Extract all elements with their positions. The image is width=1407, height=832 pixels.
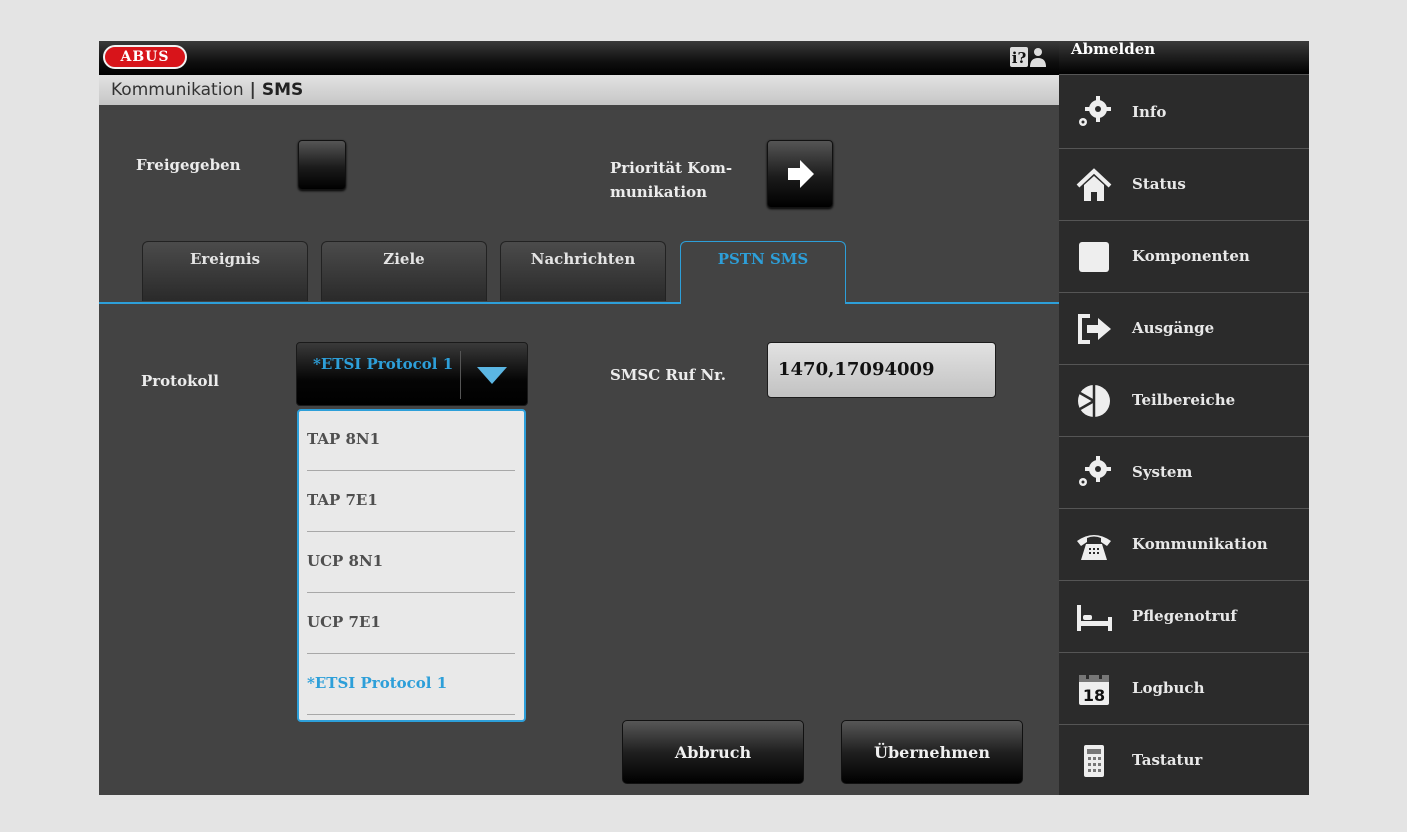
gears-icon [1079, 456, 1111, 486]
sidebar-item-label: Status [1132, 175, 1186, 193]
tab-pstn-sms[interactable]: PSTN SMS [680, 241, 846, 304]
bed-icon [1077, 605, 1112, 631]
sidebar-item-logbuch[interactable]: 18 Logbuch [1059, 653, 1309, 725]
sidebar-item-label: Komponenten [1132, 247, 1250, 265]
enabled-label: Freigegeben [136, 156, 241, 174]
sidebar: Abmelden Info Status Komponenten Ausgäng… [1059, 41, 1309, 795]
smsc-label: SMSC Ruf Nr. [610, 366, 726, 384]
protocol-option-ucp-8n1[interactable]: UCP 8N1 [307, 533, 515, 593]
sidebar-item-pflegenotruf[interactable]: Pflegenotruf [1059, 581, 1309, 653]
sidebar-item-label: Teilbereiche [1132, 391, 1236, 409]
sidebar-item-kommunikation[interactable]: Kommunikation [1059, 509, 1309, 581]
square-icon [1079, 242, 1109, 272]
sidebar-item-status[interactable]: Status [1059, 149, 1309, 221]
partition-icon [1078, 385, 1110, 417]
sidebar-item-teilbereiche[interactable]: Teilbereiche [1059, 365, 1309, 437]
chevron-down-icon[interactable] [477, 367, 507, 384]
protocol-select[interactable]: *ETSI Protocol 1 [296, 342, 528, 406]
enabled-checkbox[interactable] [298, 140, 346, 190]
keypad-icon [1084, 745, 1104, 777]
protocol-option-etsi-1[interactable]: *ETSI Protocol 1 [307, 655, 515, 715]
top-bar: ABUS i? [99, 41, 1059, 75]
abus-logo: ABUS [103, 45, 187, 69]
active-tab-gap [681, 301, 845, 305]
protocol-option-ucp-7e1[interactable]: UCP 7E1 [307, 594, 515, 654]
arrow-right-icon [788, 160, 814, 188]
sidebar-item-komponenten[interactable]: Komponenten [1059, 221, 1309, 293]
protocol-option-tap-8n1[interactable]: TAP 8N1 [307, 411, 515, 471]
svg-text:i?: i? [1012, 49, 1027, 67]
tab-ereignis[interactable]: Ereignis [142, 241, 308, 301]
exit-icon [1078, 314, 1111, 344]
priority-label: Priorität Kom- munikation [610, 159, 733, 201]
cancel-button[interactable]: Abbruch [622, 720, 804, 784]
sidebar-item-system[interactable]: System [1059, 437, 1309, 509]
sidebar-item-info[interactable]: Info [1059, 77, 1309, 149]
app-window: ABUS i? Kommunikation | SMS Freigegeben Pr… [99, 41, 1309, 795]
tab-ziele[interactable]: Ziele [321, 241, 487, 301]
sidebar-item-label: Kommunikation [1132, 535, 1268, 553]
home-icon [1076, 168, 1112, 201]
telephone-icon [1077, 535, 1111, 560]
tab-nachrichten[interactable]: Nachrichten [500, 241, 666, 301]
sidebar-item-label: Ausgänge [1132, 319, 1215, 337]
gears-icon [1079, 96, 1111, 126]
protocol-dropdown-list: TAP 8N1 TAP 7E1 UCP 8N1 UCP 7E1 *ETSI Pr… [297, 409, 526, 722]
calendar-icon: 18 [1079, 672, 1109, 705]
sidebar-item-ausgaenge[interactable]: Ausgänge [1059, 293, 1309, 365]
logout-button[interactable]: Abmelden [1059, 41, 1309, 75]
breadcrumb: Kommunikation | SMS [99, 75, 1059, 105]
breadcrumb-section: Kommunikation [111, 80, 244, 100]
priority-button[interactable] [767, 140, 833, 208]
breadcrumb-separator: | [249, 80, 256, 100]
sidebar-item-label: Tastatur [1132, 751, 1203, 769]
help-icon[interactable]: i? [1009, 45, 1047, 69]
apply-button[interactable]: Übernehmen [841, 720, 1023, 784]
smsc-number-field[interactable]: 1470,17094009 [767, 342, 996, 398]
sidebar-item-tastatur[interactable]: Tastatur [1059, 725, 1309, 795]
protocol-label: Protokoll [141, 372, 219, 390]
svg-text:18: 18 [1083, 686, 1105, 705]
protocol-selected-value: *ETSI Protocol 1 [313, 355, 454, 373]
protocol-option-tap-7e1[interactable]: TAP 7E1 [307, 472, 515, 532]
sidebar-item-label: System [1132, 463, 1193, 481]
sidebar-item-label: Pflegenotruf [1132, 607, 1237, 625]
tab-underline [99, 302, 1059, 304]
breadcrumb-page: SMS [261, 80, 304, 100]
sidebar-item-label: Logbuch [1132, 679, 1205, 697]
select-divider [460, 351, 461, 399]
sidebar-item-label: Info [1132, 103, 1167, 121]
